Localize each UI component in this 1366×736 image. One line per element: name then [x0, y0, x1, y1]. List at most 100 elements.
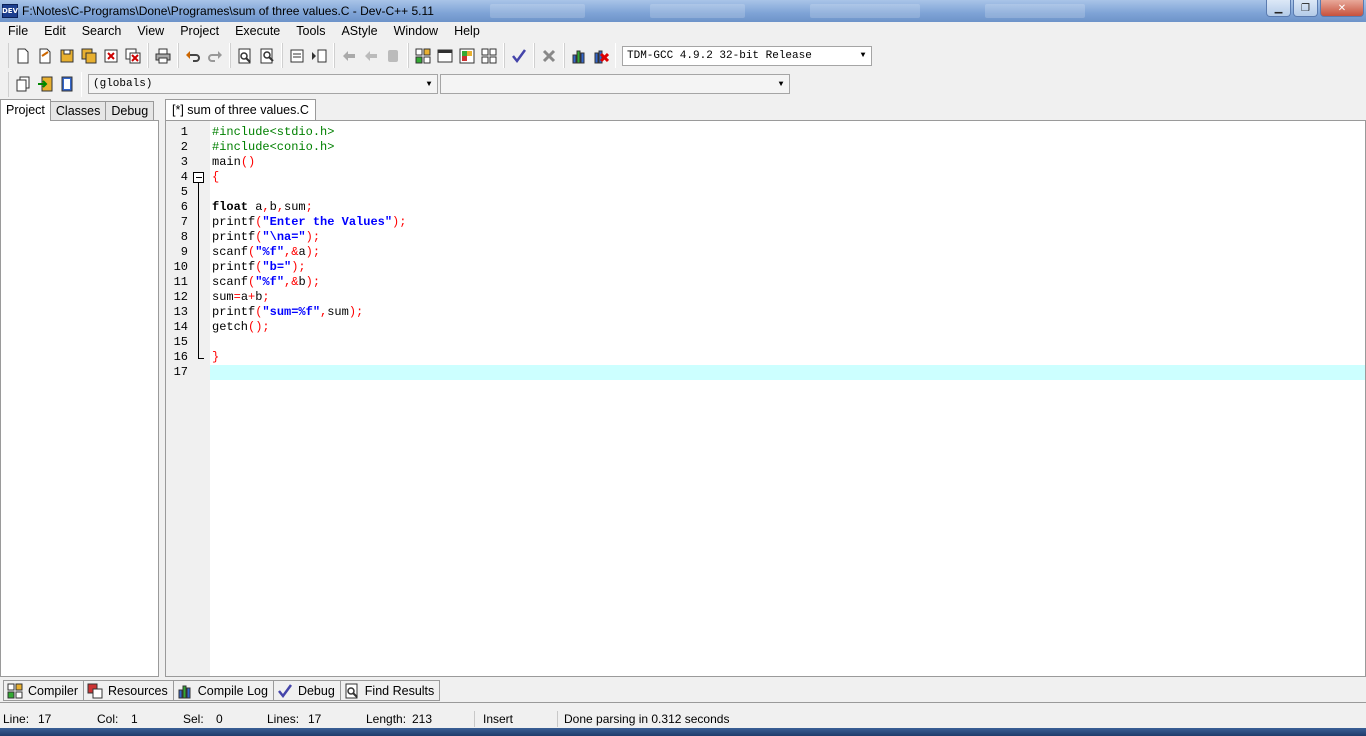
compile-run-button[interactable] — [456, 45, 478, 67]
bar-chart-icon — [178, 685, 191, 698]
code-line[interactable]: 4{ — [166, 170, 1365, 185]
taskbar-ghost-3 — [810, 4, 920, 18]
bookmark-icon — [343, 50, 355, 61]
fold-end-marker — [198, 358, 204, 359]
code-line[interactable]: 15 — [166, 335, 1365, 350]
minimize-button[interactable]: ▁ — [1266, 0, 1291, 17]
chevron-down-icon[interactable]: ▼ — [775, 77, 787, 91]
menu-help[interactable]: Help — [446, 22, 488, 41]
devcpp-app-icon[interactable]: DEV — [2, 4, 18, 18]
code-line[interactable]: 14 getch(); — [166, 320, 1365, 335]
line-number: 14 — [173, 320, 188, 334]
editor-tab-active[interactable]: [*] sum of three values.C — [165, 99, 316, 121]
tab-find-results[interactable]: Find Results — [339, 680, 441, 701]
print-button[interactable] — [152, 45, 174, 67]
code-line[interactable]: 16} — [166, 350, 1365, 365]
scope-select[interactable]: (globals) ▼ — [88, 74, 438, 94]
compiler-select[interactable]: TDM-GCC 4.9.2 32-bit Release ▼ — [622, 45, 872, 66]
code-text: sum=a+b; — [212, 290, 270, 305]
bottom-panel-divider — [0, 702, 1366, 708]
menu-view[interactable]: View — [129, 22, 172, 41]
save-icon — [60, 49, 74, 62]
project-options-button[interactable] — [56, 73, 78, 95]
code-line[interactable]: 11 scanf("%f",&b); — [166, 275, 1365, 290]
code-token: b — [298, 275, 306, 289]
line-number: 3 — [180, 155, 188, 169]
tab-project[interactable]: Project — [0, 99, 51, 121]
code-line[interactable]: 12 sum=a+b; — [166, 290, 1365, 305]
new-file-button[interactable] — [12, 45, 34, 67]
goto-line-button[interactable] — [286, 45, 308, 67]
menu-astyle[interactable]: AStyle — [333, 22, 385, 41]
menu-edit[interactable]: Edit — [36, 22, 74, 41]
tab-resources[interactable]: Resources — [83, 680, 174, 701]
save-button[interactable] — [56, 45, 78, 67]
code-editor[interactable]: 1 #include<stdio.h> 2 #include<conio.h> 3 mai… — [165, 120, 1366, 677]
code-text: float a,b,sum; — [212, 200, 313, 215]
code-line[interactable]: 2 #include<conio.h> — [166, 140, 1365, 155]
compile-button[interactable] — [412, 45, 434, 67]
stop-execution-button[interactable] — [538, 45, 560, 67]
redo-button[interactable] — [204, 45, 226, 67]
menu-execute[interactable]: Execute — [227, 22, 288, 41]
code-token: ); — [305, 275, 321, 289]
profile-analysis-button[interactable] — [568, 45, 590, 67]
save-all-button[interactable] — [78, 45, 100, 67]
find-button[interactable] — [234, 45, 256, 67]
tab-classes[interactable]: Classes — [49, 101, 107, 121]
main-toolbar: TDM-GCC 4.9.2 32-bit Release ▼ — [0, 42, 1366, 69]
rebuild-all-button[interactable] — [478, 45, 500, 67]
status-bar: Line: 17 Col: 1 Sel: 0 Lines: 17 Length:… — [0, 710, 1366, 728]
indent-button[interactable] — [308, 45, 330, 67]
code-line[interactable]: 8 printf("\na="); — [166, 230, 1365, 245]
tab-debug-output[interactable]: Debug — [272, 680, 341, 701]
code-line[interactable]: 10 printf("b="); — [166, 260, 1365, 275]
undo-button[interactable] — [182, 45, 204, 67]
chevron-down-icon[interactable]: ▼ — [857, 49, 869, 63]
scope-select-value: (globals) — [93, 78, 153, 90]
code-token: printf — [212, 305, 256, 319]
stop-x-icon — [542, 49, 556, 62]
menu-search[interactable]: Search — [74, 22, 130, 41]
run-button[interactable] — [434, 45, 456, 67]
menu-file[interactable]: File — [0, 22, 36, 41]
line-number: 12 — [173, 290, 188, 304]
code-line[interactable]: 9 scanf("%f",&a); — [166, 245, 1365, 260]
title-bar: DEV F:\Notes\C-Programs\Done\Programes\s… — [0, 0, 1366, 22]
add-to-project-button[interactable] — [34, 73, 56, 95]
code-token: a — [298, 245, 306, 259]
code-line[interactable]: 7 printf("Enter the Values"); — [166, 215, 1365, 230]
fold-collapse-icon[interactable] — [193, 172, 204, 183]
member-select[interactable]: ▼ — [440, 74, 790, 94]
comment-button[interactable] — [382, 45, 404, 67]
close-button[interactable]: ✕ — [1320, 0, 1364, 17]
code-line[interactable]: 17 — [166, 365, 1365, 380]
tab-compile-log[interactable]: Compile Log — [172, 680, 274, 701]
tab-debug[interactable]: Debug — [105, 101, 155, 121]
code-line[interactable]: 6 float a,b,sum; — [166, 200, 1365, 215]
close-all-button[interactable] — [122, 45, 144, 67]
menu-window[interactable]: Window — [386, 22, 446, 41]
code-token: ); — [305, 245, 321, 259]
toggle-bookmark-button[interactable] — [338, 45, 360, 67]
close-file-button[interactable] — [100, 45, 122, 67]
tab-compiler[interactable]: Compiler — [3, 680, 85, 701]
chevron-down-icon[interactable]: ▼ — [423, 77, 435, 91]
code-token: sum — [284, 200, 306, 214]
replace-button[interactable] — [256, 45, 278, 67]
syntax-check-button[interactable] — [508, 45, 530, 67]
code-line[interactable]: 5 — [166, 185, 1365, 200]
delete-profile-button[interactable] — [590, 45, 612, 67]
menu-project[interactable]: Project — [172, 22, 227, 41]
open-file-button[interactable] — [34, 45, 56, 67]
goto-bookmark-button[interactable] — [360, 45, 382, 67]
code-line[interactable]: 1 #include<stdio.h> — [166, 125, 1365, 140]
check-icon — [277, 683, 292, 698]
code-line[interactable]: 13 printf("sum=%f",sum); — [166, 305, 1365, 320]
new-project-button[interactable] — [12, 73, 34, 95]
menu-tools[interactable]: Tools — [288, 22, 333, 41]
code-line[interactable]: 3 main() — [166, 155, 1365, 170]
code-token: sum — [212, 290, 234, 304]
maximize-button[interactable]: ❐ — [1293, 0, 1318, 17]
project-browser-panel[interactable] — [0, 120, 159, 677]
